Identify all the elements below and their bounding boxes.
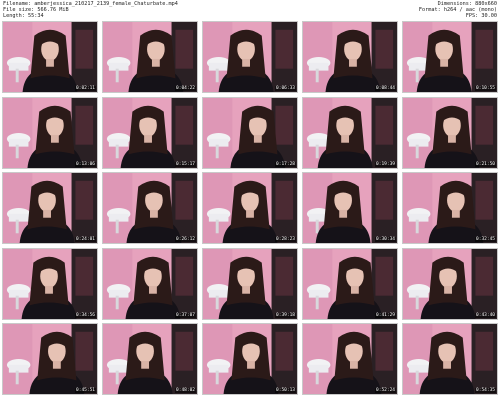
frame-image <box>303 324 397 394</box>
video-thumbnail[interactable]: 0:43:40 <box>402 247 498 320</box>
timestamp-label: 0:45:51 <box>75 388 96 393</box>
timestamp-label: 0:34:56 <box>75 312 96 318</box>
video-thumbnail[interactable]: 0:08:44 <box>302 21 398 93</box>
video-thumbnail[interactable]: 0:19:39 <box>302 96 398 169</box>
video-thumbnail[interactable]: 0:28:23 <box>202 172 298 244</box>
video-thumbnail[interactable]: 0:48:02 <box>102 323 198 395</box>
video-thumbnail[interactable]: 0:41:29 <box>302 247 398 320</box>
video-thumbnail[interactable]: 0:15:17 <box>102 96 198 169</box>
frame-image <box>203 22 297 92</box>
video-thumbnail[interactable]: 0:13:06 <box>2 96 98 169</box>
timestamp-label: 0:41:29 <box>375 312 396 318</box>
timestamp-label: 0:48:02 <box>175 388 196 393</box>
timestamp-label: 0:21:50 <box>475 161 496 167</box>
length-text: Length: 55:34 <box>3 13 44 20</box>
video-thumbnail[interactable]: 0:17:28 <box>202 96 298 169</box>
frame-image <box>103 97 197 168</box>
timestamp-label: 0:06:33 <box>275 86 296 91</box>
frame-image <box>3 97 97 168</box>
frame-image <box>3 173 97 243</box>
frame-image <box>403 324 497 394</box>
video-thumbnail[interactable]: 0:30:34 <box>302 172 398 244</box>
timestamp-label: 0:37:07 <box>175 312 196 318</box>
frame-image <box>103 248 197 319</box>
frame-image <box>303 173 397 243</box>
timestamp-label: 0:54:35 <box>475 388 496 393</box>
video-thumbnail[interactable]: 0:52:24 <box>302 323 398 395</box>
timestamp-label: 0:02:11 <box>75 86 96 91</box>
frame-image <box>303 97 397 168</box>
video-thumbnail[interactable]: 0:45:51 <box>2 323 98 395</box>
frame-image <box>303 22 397 92</box>
timestamp-label: 0:43:40 <box>475 312 496 318</box>
timestamp-label: 0:32:45 <box>475 237 496 242</box>
timestamp-label: 0:19:39 <box>375 161 396 167</box>
video-thumbnail[interactable]: 0:39:18 <box>202 247 298 320</box>
video-thumbnail[interactable]: 0:10:55 <box>402 21 498 93</box>
timestamp-label: 0:26:12 <box>175 237 196 242</box>
file-info-header: Filename: amberjessica_210217_2139_femal… <box>0 0 500 20</box>
video-thumbnail[interactable]: 0:34:56 <box>2 247 98 320</box>
video-thumbnail[interactable]: 0:24:01 <box>2 172 98 244</box>
timestamp-label: 0:30:34 <box>375 237 396 242</box>
timestamp-label: 0:08:44 <box>375 86 396 91</box>
video-thumbnail[interactable]: 0:21:50 <box>402 96 498 169</box>
video-thumbnail[interactable]: 0:02:11 <box>2 21 98 93</box>
video-thumbnail[interactable]: 0:04:22 <box>102 21 198 93</box>
frame-image <box>203 173 297 243</box>
frame-image <box>103 22 197 92</box>
frame-image <box>3 248 97 319</box>
frame-image <box>403 22 497 92</box>
video-thumbnail[interactable]: 0:50:13 <box>202 323 298 395</box>
timestamp-label: 0:28:23 <box>275 237 296 242</box>
frame-image <box>103 173 197 243</box>
thumbnail-grid: 0:02:11 0:04:22 0:06:33 0:08:44 0:10:55 … <box>2 21 498 399</box>
video-thumbnail[interactable]: 0:06:33 <box>202 21 298 93</box>
frame-image <box>203 97 297 168</box>
video-thumbnail[interactable]: 0:32:45 <box>402 172 498 244</box>
video-thumbnail[interactable]: 0:26:12 <box>102 172 198 244</box>
frame-image <box>403 173 497 243</box>
frame-image <box>203 248 297 319</box>
file-info-right: Dimensions: 880x660 Format: h264 / aac (… <box>419 1 497 20</box>
timestamp-label: 0:52:24 <box>375 388 396 393</box>
frame-image <box>3 324 97 394</box>
timestamp-label: 0:13:06 <box>75 161 96 167</box>
frame-image <box>403 248 497 319</box>
file-info-left: Filename: amberjessica_210217_2139_femal… <box>3 1 178 20</box>
frame-image <box>103 324 197 394</box>
frame-image <box>303 248 397 319</box>
timestamp-label: 0:24:01 <box>75 237 96 242</box>
video-thumbnail[interactable]: 0:37:07 <box>102 247 198 320</box>
frame-image <box>3 22 97 92</box>
frame-image <box>203 324 297 394</box>
timestamp-label: 0:39:18 <box>275 312 296 318</box>
timestamp-label: 0:04:22 <box>175 86 196 91</box>
timestamp-label: 0:50:13 <box>275 388 296 393</box>
fps-text: FPS: 30.00 <box>465 13 497 20</box>
timestamp-label: 0:17:28 <box>275 161 296 167</box>
frame-image <box>403 97 497 168</box>
video-thumbnail[interactable]: 0:54:35 <box>402 323 498 395</box>
timestamp-label: 0:15:17 <box>175 161 196 167</box>
timestamp-label: 0:10:55 <box>475 86 496 91</box>
